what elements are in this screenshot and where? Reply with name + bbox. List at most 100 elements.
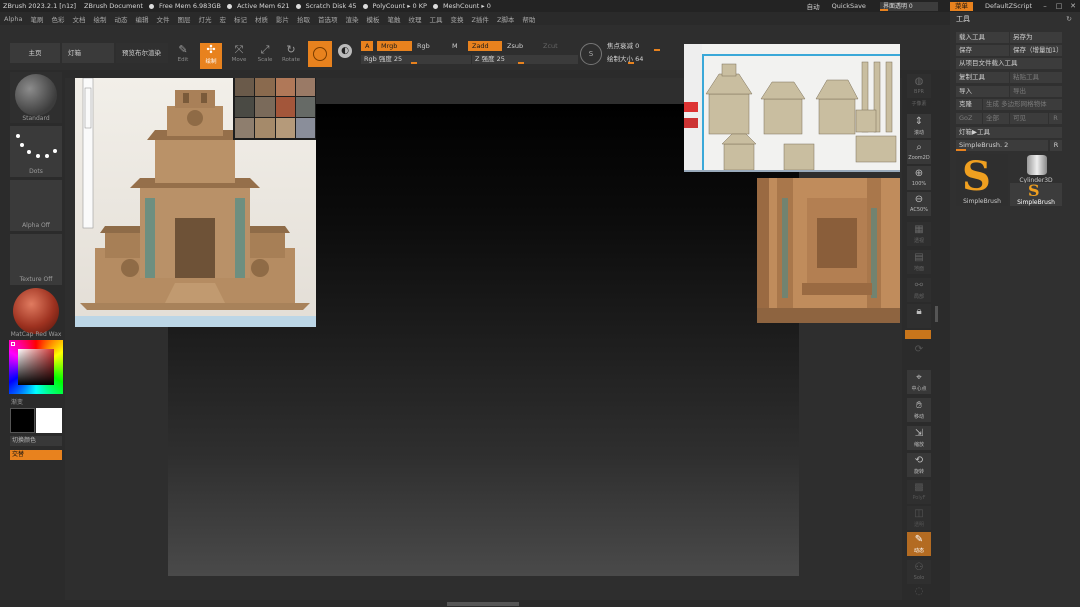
- saturation-square[interactable]: [18, 349, 54, 385]
- all-button[interactable]: 全部: [983, 113, 1009, 124]
- draw-size-slider[interactable]: 绘制大小 64: [604, 55, 684, 64]
- tool-r-button[interactable]: R: [1050, 140, 1062, 151]
- polyframe-button[interactable]: ▩ PolyF: [907, 480, 931, 504]
- facade-reference-image[interactable]: [757, 178, 900, 323]
- menu-item[interactable]: 宏: [215, 14, 230, 24]
- save-button[interactable]: 保存: [956, 45, 1009, 56]
- sphere-brush-button[interactable]: [308, 41, 332, 67]
- close-icon[interactable]: ✕: [1066, 2, 1080, 10]
- zsub-toggle[interactable]: Zsub: [507, 42, 523, 50]
- edit-mode-button[interactable]: ✎ Edit: [172, 43, 194, 69]
- lazy-mouse-icon[interactable]: S: [580, 43, 602, 65]
- menu-item[interactable]: Alpha: [0, 15, 26, 23]
- move-view-button[interactable]: ✋︎ 移动: [907, 398, 931, 422]
- ai-label[interactable]: 自动: [801, 1, 826, 11]
- color-picker[interactable]: [9, 340, 63, 394]
- interface-transparency-slider[interactable]: 界面透明 0: [879, 1, 938, 11]
- goz-r-button[interactable]: R: [1049, 113, 1062, 124]
- menu-item[interactable]: Z插件: [467, 14, 492, 24]
- menu-item[interactable]: 编辑: [131, 14, 152, 24]
- actual-size-button[interactable]: ⊕ 100%: [907, 166, 931, 190]
- xpose-button[interactable]: ◌: [907, 584, 931, 604]
- scale-mode-button[interactable]: ⤢ Scale: [254, 43, 276, 69]
- switch-color-button[interactable]: 切换颜色: [10, 436, 62, 446]
- secondary-color-swatch[interactable]: [36, 408, 62, 433]
- menu-item[interactable]: 绘制: [89, 14, 110, 24]
- export-button[interactable]: 导出: [1010, 86, 1062, 97]
- floor-button[interactable]: ▤ 地面: [907, 250, 931, 274]
- rotate-mode-button[interactable]: ↻ Rotate: [280, 43, 302, 69]
- lightbox-button[interactable]: 灯箱: [62, 43, 114, 63]
- menu-item[interactable]: 笔触: [383, 14, 404, 24]
- tool-palette-header[interactable]: 工具 ↻: [950, 12, 1080, 26]
- default-zscript-button[interactable]: DefaultZScript: [979, 2, 1038, 10]
- scroll-button[interactable]: ⇕ 滚动: [907, 114, 931, 138]
- sketch-reference-image[interactable]: [684, 44, 900, 172]
- menu-item[interactable]: 影片: [272, 14, 293, 24]
- clone-button[interactable]: 克隆: [956, 99, 982, 110]
- spray-icon[interactable]: ◐: [338, 44, 352, 58]
- bottom-shelf-handle[interactable]: [447, 602, 519, 606]
- zcut-toggle[interactable]: Zcut: [543, 42, 558, 50]
- minimize-icon[interactable]: –: [1038, 2, 1052, 10]
- menu-item[interactable]: 标记: [230, 14, 251, 24]
- menu-item[interactable]: 拾取: [293, 14, 314, 24]
- goz-button[interactable]: GoZ: [956, 113, 982, 124]
- copy-tool-button[interactable]: 复制工具: [956, 72, 1009, 83]
- visible-button[interactable]: 可见: [1010, 113, 1048, 124]
- menu-button[interactable]: 菜单: [949, 1, 973, 11]
- load-from-project-button[interactable]: 从项目文件载入工具: [956, 58, 1062, 69]
- menu-item[interactable]: 工具: [425, 14, 446, 24]
- menu-item[interactable]: 模板: [362, 14, 383, 24]
- save-increment-button[interactable]: 保存（增量加1）: [1010, 45, 1062, 56]
- bpr-render-button[interactable]: ◍ BPR: [907, 74, 931, 98]
- menu-item[interactable]: 灯光: [194, 14, 215, 24]
- rgb-intensity-slider[interactable]: Rgb 强度 25: [361, 55, 471, 64]
- temple-reference-image[interactable]: [75, 78, 316, 327]
- xyz-toggle[interactable]: [905, 330, 931, 339]
- half-size-button[interactable]: ⊖ AC50%: [907, 192, 931, 216]
- gradient-label[interactable]: 渐变: [11, 397, 23, 406]
- menu-item[interactable]: 材质: [251, 14, 272, 24]
- make-polymesh-button[interactable]: 生成 多边形网格物体: [983, 99, 1062, 110]
- import-button[interactable]: 导入: [956, 86, 1009, 97]
- mrgb-toggle[interactable]: Mrgb: [377, 41, 412, 51]
- refresh-icon[interactable]: ↻: [1066, 12, 1072, 26]
- tray-divider[interactable]: [935, 306, 938, 322]
- menu-item[interactable]: Z脚本: [493, 14, 518, 24]
- local-button[interactable]: ⚯ 局部: [907, 278, 931, 302]
- menu-item[interactable]: 文件: [152, 14, 173, 24]
- perspective-button[interactable]: ▦ 透视: [907, 222, 931, 246]
- transparency-button[interactable]: ◫ 透明: [907, 506, 931, 530]
- menu-item[interactable]: 文档: [68, 14, 89, 24]
- menu-item[interactable]: 动态: [110, 14, 131, 24]
- a-toggle[interactable]: A: [361, 41, 374, 51]
- simplebrush-thumbnail[interactable]: S SimpleBrush: [956, 154, 1008, 206]
- menu-item[interactable]: 帮助: [518, 14, 539, 24]
- alternate-button[interactable]: 交替: [10, 450, 62, 460]
- current-tool-slider[interactable]: SimpleBrush. 2: [956, 140, 1048, 151]
- save-as-button[interactable]: 另存为: [1010, 32, 1062, 43]
- zoom2d-button[interactable]: ⌕ Zoom2D: [907, 140, 931, 164]
- rotate-axis-button[interactable]: ⟳: [907, 342, 931, 362]
- z-intensity-slider[interactable]: Z 强度 25: [472, 55, 578, 64]
- lightbox-tools-button[interactable]: 灯箱▶工具: [956, 127, 1062, 138]
- frame-button[interactable]: ⌖ 中心点: [907, 370, 931, 394]
- bpr-button[interactable]: 预览布尔渲染: [116, 43, 168, 63]
- menu-item[interactable]: 图层: [173, 14, 194, 24]
- home-button[interactable]: 主页: [10, 43, 60, 63]
- menu-item[interactable]: 首选项: [314, 14, 342, 24]
- focal-shift-slider[interactable]: 焦点衰减 0: [604, 42, 684, 51]
- menu-item[interactable]: 变换: [446, 14, 467, 24]
- menu-item[interactable]: 色彩: [47, 14, 68, 24]
- solo-button[interactable]: ⚇ Solo: [907, 560, 931, 584]
- simplebrush-small-thumbnail[interactable]: S SimpleBrush: [1010, 182, 1062, 206]
- zadd-toggle[interactable]: Zadd: [468, 41, 502, 51]
- quicksave-button[interactable]: QuickSave: [826, 2, 872, 10]
- thumbnail-grid[interactable]: [233, 78, 316, 140]
- move-mode-button[interactable]: ⤧ Move: [228, 43, 250, 69]
- menu-item[interactable]: 纹理: [404, 14, 425, 24]
- paste-tool-button[interactable]: 粘贴工具: [1010, 72, 1062, 83]
- menu-item[interactable]: 笔刷: [26, 14, 47, 24]
- draw-mode-button[interactable]: ✣ 绘制: [200, 43, 222, 69]
